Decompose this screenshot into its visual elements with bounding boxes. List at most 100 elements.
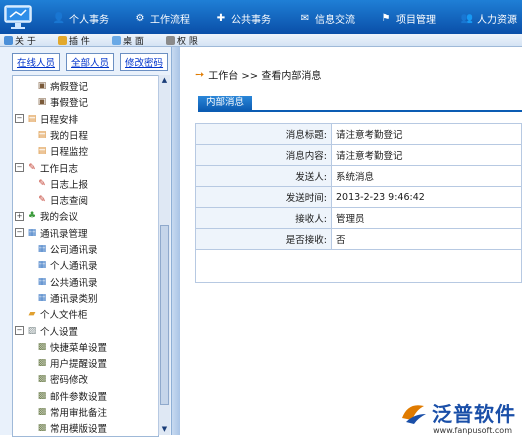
nav-item-personal[interactable]: 👤 个人事务 <box>52 9 109 27</box>
nav-item-label: 人力资源 <box>477 14 517 26</box>
tree-item-label: 日程安排 <box>40 114 79 126</box>
detail-row: 接收人: 管理员 <box>195 207 522 229</box>
addressbook-icon: ▦ <box>37 260 47 271</box>
sidebar: 在线人员 全部人员 修改密码 ▣ 病假登记 ▣ 事假登记 − ▤ 日程安排 ▤ 我的日程 ▤ 日程监… <box>0 47 172 437</box>
brand-logo: 泛普软件 <box>398 398 516 427</box>
tree-item-label: 常用审批备注 <box>50 408 108 419</box>
tree-item[interactable]: ▦ 个人通讯录 <box>25 257 98 273</box>
collapse-icon[interactable]: − <box>15 228 24 238</box>
scroll-down-icon[interactable]: ▼ <box>160 425 169 434</box>
nav-item-label: 工作流程 <box>150 14 190 26</box>
panel-divider[interactable] <box>172 47 180 435</box>
tree-item[interactable]: ▩ 常用审批备注 <box>25 404 107 420</box>
schedule-icon: ▤ <box>37 146 47 157</box>
tree-item[interactable]: ▰ 个人文件柜 <box>15 306 88 322</box>
tree-item[interactable]: + ♣ 我的会议 <box>15 208 78 224</box>
tree-item[interactable]: ▦ 公司通讯录 <box>25 241 98 257</box>
tree-item-label: 病假登记 <box>50 82 89 93</box>
tree-item[interactable]: ▩ 用户提醒设置 <box>25 355 107 371</box>
scroll-thumb[interactable] <box>160 225 169 405</box>
detail-row: 消息内容: 请注意考勤登记 <box>195 144 522 166</box>
schedule-icon: ▤ <box>37 129 47 140</box>
addressbook-icon: ▦ <box>27 227 37 238</box>
collapse-icon[interactable]: − <box>15 163 24 172</box>
field-label: 接收人: <box>195 207 332 229</box>
nav-item-label: 项目管理 <box>396 14 436 26</box>
pencil-icon: ✎ <box>28 162 36 173</box>
collapse-icon[interactable]: − <box>15 326 24 335</box>
nav-item-label: 个人事务 <box>69 14 109 26</box>
tree-item[interactable]: ▤ 我的日程 <box>25 127 88 143</box>
field-label: 发送时间: <box>195 186 332 208</box>
public-icon: ✚ <box>216 12 226 24</box>
nav-item-label: 信息交流 <box>315 14 355 26</box>
tree-item[interactable]: ▣ 事假登记 <box>25 94 88 110</box>
tree-item[interactable]: ▦ 公共通讯录 <box>25 274 98 290</box>
field-label: 发送人: <box>195 165 332 187</box>
tree-item[interactable]: − ✎ 工作日志 <box>15 160 78 176</box>
tree-item-label: 密码修改 <box>50 375 89 387</box>
tab-change-password[interactable]: 修改密码 <box>120 53 169 71</box>
tree-item[interactable]: ▩ 常用模版设置 <box>25 420 107 436</box>
toolbar-plugin[interactable]: 插 件 <box>58 34 90 47</box>
tree-item-label: 快捷菜单设置 <box>50 342 108 354</box>
tree-item-label: 个人通讯录 <box>50 261 98 273</box>
desktop-icon <box>112 35 121 45</box>
arrow-icon: ➘ <box>191 66 208 83</box>
breadcrumb-text: 工作台 >> 查看内部消息 <box>208 71 322 82</box>
tree-item-label: 我的日程 <box>50 130 89 142</box>
nav-item-public[interactable]: ✚ 公共事务 <box>214 9 271 27</box>
toolbar-desktop[interactable]: 桌 面 <box>112 34 144 47</box>
nav-item-message[interactable]: ✉ 信息交流 <box>298 9 355 27</box>
tree-item[interactable]: − ▦ 通讯录管理 <box>15 225 88 241</box>
tree-item[interactable]: ✎ 日志上报 <box>25 176 88 192</box>
field-value: 请注意考勤登记 <box>331 144 522 166</box>
scroll-up-icon[interactable]: ▲ <box>160 76 169 85</box>
tree-item[interactable]: ▦ 通讯录类别 <box>25 290 98 306</box>
nav-item-hr[interactable]: 👥 人力资源 <box>460 9 517 27</box>
settings-item-icon: ▩ <box>37 374 47 385</box>
settings-item-icon: ▩ <box>37 390 47 401</box>
collapse-icon[interactable]: − <box>15 114 24 124</box>
tree-item[interactable]: ▣ 病假登记 <box>25 78 88 94</box>
toolbar: 关 于 插 件 桌 面 权 限 <box>0 34 522 47</box>
leave-icon: ▣ <box>37 97 47 108</box>
main-panel: ➘ 工作台 >> 查看内部消息 内部消息 消息标题: 请注意考勤登记 消息内容: 请注… <box>181 47 522 435</box>
monitor-logo-icon <box>4 5 32 29</box>
brand-logo-icon <box>402 404 426 424</box>
tree-item[interactable]: ▩ 邮件参数设置 <box>25 388 107 404</box>
tree-item[interactable]: ▤ 日程监控 <box>25 143 88 159</box>
person-icon: 👤 <box>52 12 66 24</box>
addressbook-icon: ▦ <box>37 276 47 287</box>
tree-item[interactable]: ✎ 日志查阅 <box>25 192 88 208</box>
tree-item[interactable]: ▩ 密码修改 <box>25 371 88 387</box>
tree-item-label: 邮件参数设置 <box>50 391 108 403</box>
field-value: 系统消息 <box>331 165 522 187</box>
toolbar-permission[interactable]: 权 限 <box>166 34 198 47</box>
tree-item[interactable]: ▩ 快捷菜单设置 <box>25 339 107 355</box>
tree-item[interactable]: − ▤ 日程安排 <box>15 111 78 127</box>
tree-item[interactable]: − ▨ 个人设置 <box>15 323 78 339</box>
tree-item-label: 个人设置 <box>40 326 79 338</box>
brand-url: www.fanpusoft.com <box>433 426 512 435</box>
toolbar-label: 桌 面 <box>123 36 144 47</box>
detail-row: 消息标题: 请注意考勤登记 <box>195 123 522 145</box>
expand-icon[interactable]: + <box>15 211 24 221</box>
project-icon: ⚑ <box>381 12 391 24</box>
leave-icon: ▣ <box>37 81 47 91</box>
nav-item-workflow[interactable]: ⚙ 工作流程 <box>133 9 190 27</box>
pencil-icon: ✎ <box>38 195 46 206</box>
sidebar-scrollbar[interactable]: ▲ ▼ <box>158 75 170 435</box>
toolbar-about[interactable]: 关 于 <box>4 34 36 47</box>
field-value: 2013-2-23 9:46:42 <box>331 186 522 208</box>
tab-online-users[interactable]: 在线人员 <box>12 53 61 71</box>
detail-row: 发送时间: 2013-2-23 9:46:42 <box>195 186 522 208</box>
tree-item-label: 常用模版设置 <box>50 424 108 436</box>
menu-tree: ▣ 病假登记 ▣ 事假登记 − ▤ 日程安排 ▤ 我的日程 ▤ 日程监控 − ✎ 工作日志 ✎ 日志上报 ✎ 日志… <box>12 75 159 437</box>
folder-icon: ▰ <box>28 309 36 320</box>
tab-all-users[interactable]: 全部人员 <box>66 53 115 71</box>
nav-item-project[interactable]: ⚑ 项目管理 <box>379 9 436 27</box>
tab-internal-message[interactable]: 内部消息 <box>198 96 253 110</box>
nav-item-label: 公共事务 <box>231 14 271 26</box>
tree-item-label: 日志查阅 <box>50 196 89 208</box>
